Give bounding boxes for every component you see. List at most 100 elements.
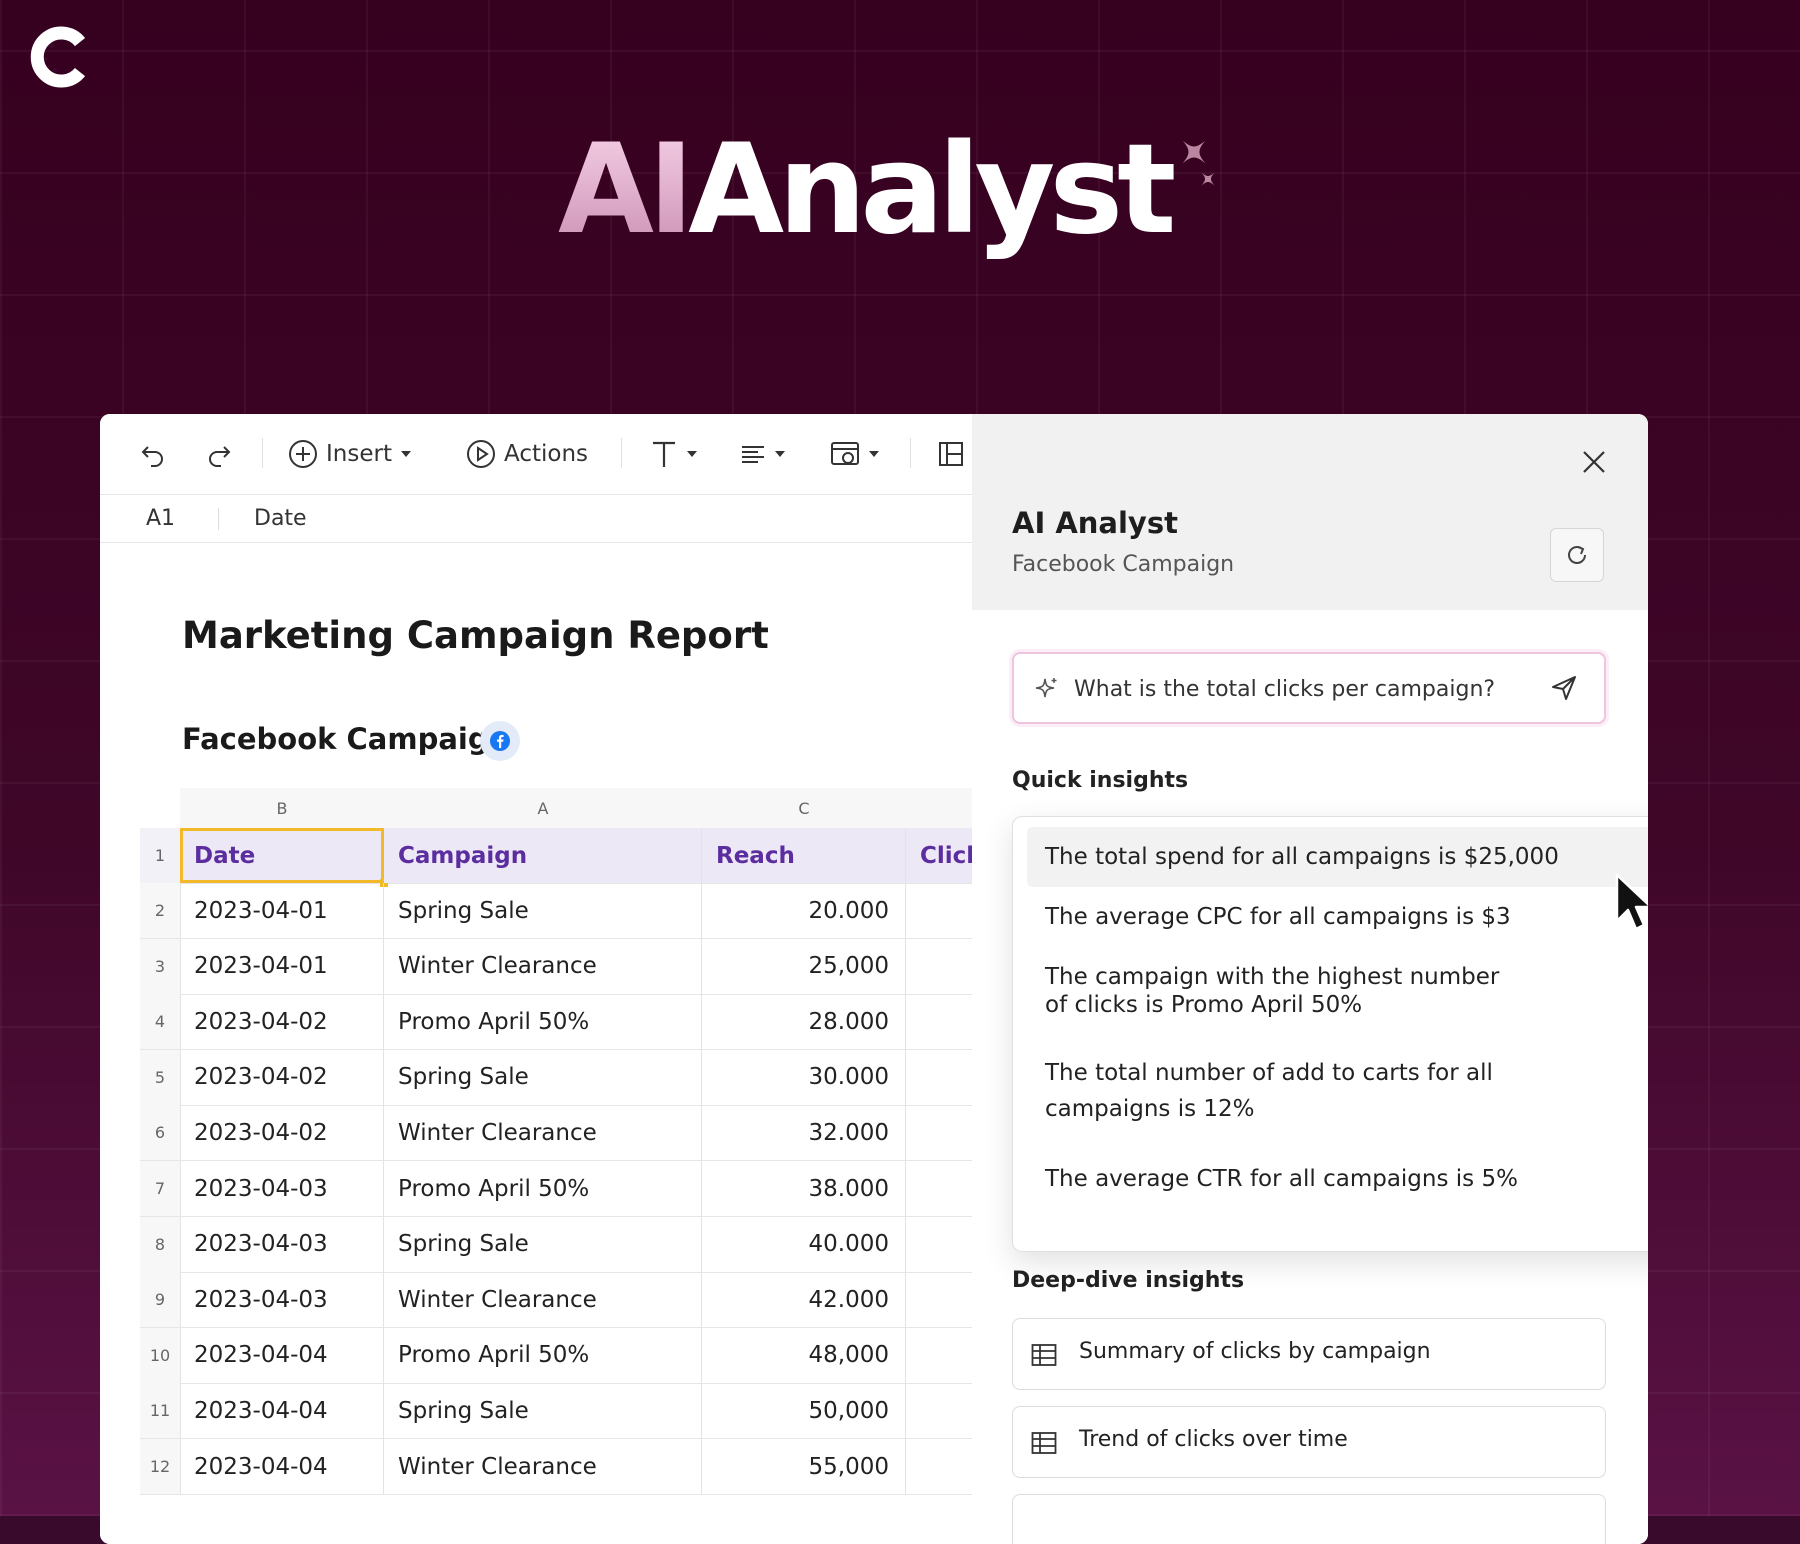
cell-reach[interactable]: 28.000 xyxy=(702,994,906,1050)
cell-date[interactable]: 2023-04-04 xyxy=(180,1383,384,1439)
cell-campaign[interactable]: Winter Clearance xyxy=(384,1105,702,1161)
quick-insights-heading: Quick insights xyxy=(1012,768,1189,793)
header-cell-date[interactable]: Date xyxy=(180,828,384,883)
cell-reach[interactable]: 42.000 xyxy=(702,1272,906,1328)
actions-button[interactable]: Actions xyxy=(466,436,588,472)
deep-dive-item[interactable]: Summary of clicks by campaign xyxy=(1012,1318,1606,1390)
quick-insight-text: The total number of add to carts for all… xyxy=(1045,1060,1493,1122)
cell-reach[interactable]: 25,000 xyxy=(702,938,906,994)
sparkle-icon xyxy=(1182,140,1215,186)
chevron-down-icon xyxy=(775,451,785,457)
redo-icon xyxy=(209,446,231,467)
toolbar-divider xyxy=(262,438,263,468)
cell-reach[interactable]: 38.000 xyxy=(702,1161,906,1216)
header-cell-campaign[interactable]: Campaign xyxy=(384,828,702,883)
row-number[interactable]: 4 xyxy=(140,994,181,1050)
cell-date[interactable]: 2023-04-01 xyxy=(180,883,384,938)
section-title: Facebook Campaign xyxy=(182,722,510,756)
quick-insight-item[interactable]: The campaign with the highest number of … xyxy=(1027,963,1527,1019)
refresh-button[interactable] xyxy=(1550,528,1604,582)
cell-reach[interactable]: 48,000 xyxy=(702,1327,906,1383)
header-cell-reach[interactable]: Reach xyxy=(702,828,906,883)
redo-button[interactable] xyxy=(206,436,232,472)
row-number[interactable]: 6 xyxy=(140,1105,181,1161)
cell-reach[interactable]: 40.000 xyxy=(702,1216,906,1272)
row-number[interactable]: 7 xyxy=(140,1161,181,1216)
column-header-c[interactable]: C xyxy=(702,788,907,829)
layout-button[interactable] xyxy=(938,436,964,472)
cell-reach[interactable]: 32.000 xyxy=(702,1105,906,1161)
panel-header: AI Analyst Facebook Campaign xyxy=(972,414,1648,610)
quick-insight-text: The campaign with the highest number of … xyxy=(1045,964,1500,1018)
table-row: 8 2023-04-03 Spring Sale 40.000 xyxy=(140,1216,1026,1273)
table-row: 7 2023-04-03 Promo April 50% 38.000 xyxy=(140,1161,1026,1217)
row-number[interactable]: 10 xyxy=(140,1327,181,1383)
row-number[interactable]: 2 xyxy=(140,883,181,938)
cell-campaign[interactable]: Spring Sale xyxy=(384,1383,702,1439)
chevron-down-icon xyxy=(869,451,879,457)
cell-campaign[interactable]: Winter Clearance xyxy=(384,1439,702,1494)
spreadsheet-pane: Insert Actions A1 Date Marketing Campaig… xyxy=(100,414,1027,1544)
cell-campaign[interactable]: Winter Clearance xyxy=(384,938,702,994)
hero-ai-text: AI xyxy=(558,118,694,262)
cell-reference[interactable]: A1 xyxy=(146,506,175,531)
cell-campaign[interactable]: Spring Sale xyxy=(384,1216,702,1272)
undo-button[interactable] xyxy=(140,436,166,472)
quick-insight-item[interactable]: The total number of add to carts for all… xyxy=(1027,1055,1527,1127)
deep-dive-item[interactable]: Trend of clicks over time xyxy=(1012,1406,1606,1478)
cursor-icon xyxy=(1615,873,1648,931)
cell-reach[interactable]: 30.000 xyxy=(702,1049,906,1105)
formula-bar: A1 Date xyxy=(100,494,972,543)
cell-date[interactable]: 2023-04-04 xyxy=(180,1327,384,1383)
report-title: Marketing Campaign Report xyxy=(182,614,769,657)
cell-reach[interactable]: 55,000 xyxy=(702,1439,906,1494)
cell-campaign[interactable]: Spring Sale xyxy=(384,883,702,938)
cell-date[interactable]: 2023-04-03 xyxy=(180,1216,384,1272)
cell-campaign[interactable]: Promo April 50% xyxy=(384,1161,702,1216)
close-icon[interactable] xyxy=(1578,446,1610,478)
align-button[interactable] xyxy=(740,436,786,472)
ask-box[interactable] xyxy=(1012,652,1606,724)
insert-label: Insert xyxy=(326,441,392,467)
row-number[interactable]: 8 xyxy=(140,1216,181,1272)
cell-reach[interactable]: 50,000 xyxy=(702,1383,906,1439)
deep-dive-label: Summary of clicks by campaign xyxy=(1079,1339,1431,1364)
cell-date[interactable]: 2023-04-02 xyxy=(180,994,384,1050)
panel-title: AI Analyst xyxy=(1012,506,1178,540)
play-circle-icon xyxy=(467,440,495,468)
cell-date[interactable]: 2023-04-01 xyxy=(180,938,384,994)
row-number[interactable]: 3 xyxy=(140,938,181,994)
cell-campaign[interactable]: Winter Clearance xyxy=(384,1272,702,1328)
column-header-b[interactable]: B xyxy=(180,788,385,829)
refresh-icon xyxy=(1568,546,1586,564)
formula-value[interactable]: Date xyxy=(254,506,307,531)
toolbar: Insert Actions xyxy=(100,414,972,495)
row-number[interactable]: 11 xyxy=(140,1383,181,1439)
row-number[interactable]: 12 xyxy=(140,1439,181,1494)
row-number[interactable]: 9 xyxy=(140,1272,181,1328)
quick-insight-item[interactable]: The average CPC for all campaigns is $3 xyxy=(1027,901,1648,934)
deep-dive-item-partial[interactable] xyxy=(1012,1494,1606,1544)
cell-campaign[interactable]: Promo April 50% xyxy=(384,1327,702,1383)
insert-button[interactable]: Insert xyxy=(288,436,412,472)
cell-date[interactable]: 2023-04-02 xyxy=(180,1105,384,1161)
quick-insight-text: The average CPC for all campaigns is $3 xyxy=(1045,904,1511,930)
text-format-button[interactable] xyxy=(650,436,698,472)
row-number[interactable]: 5 xyxy=(140,1049,181,1105)
row-number[interactable]: 1 xyxy=(140,828,181,883)
cell-reach[interactable]: 20.000 xyxy=(702,883,906,938)
cell-campaign[interactable]: Promo April 50% xyxy=(384,994,702,1050)
cell-date[interactable]: 2023-04-04 xyxy=(180,1439,384,1494)
chart-button[interactable] xyxy=(830,436,880,472)
cell-date[interactable]: 2023-04-02 xyxy=(180,1049,384,1105)
cell-date[interactable]: 2023-04-03 xyxy=(180,1272,384,1328)
ask-input[interactable] xyxy=(1072,668,1536,710)
quick-insight-item[interactable]: The average CTR for all campaigns is 5% xyxy=(1027,1163,1648,1196)
cell-date[interactable]: 2023-04-03 xyxy=(180,1161,384,1216)
chevron-down-icon xyxy=(400,451,411,457)
table-row: 6 2023-04-02 Winter Clearance 32.000 xyxy=(140,1105,1026,1162)
send-icon[interactable] xyxy=(1550,674,1578,702)
cell-campaign[interactable]: Spring Sale xyxy=(384,1049,702,1105)
column-header-a[interactable]: A xyxy=(384,788,703,829)
quick-insight-item[interactable]: The total spend for all campaigns is $25… xyxy=(1027,827,1648,887)
